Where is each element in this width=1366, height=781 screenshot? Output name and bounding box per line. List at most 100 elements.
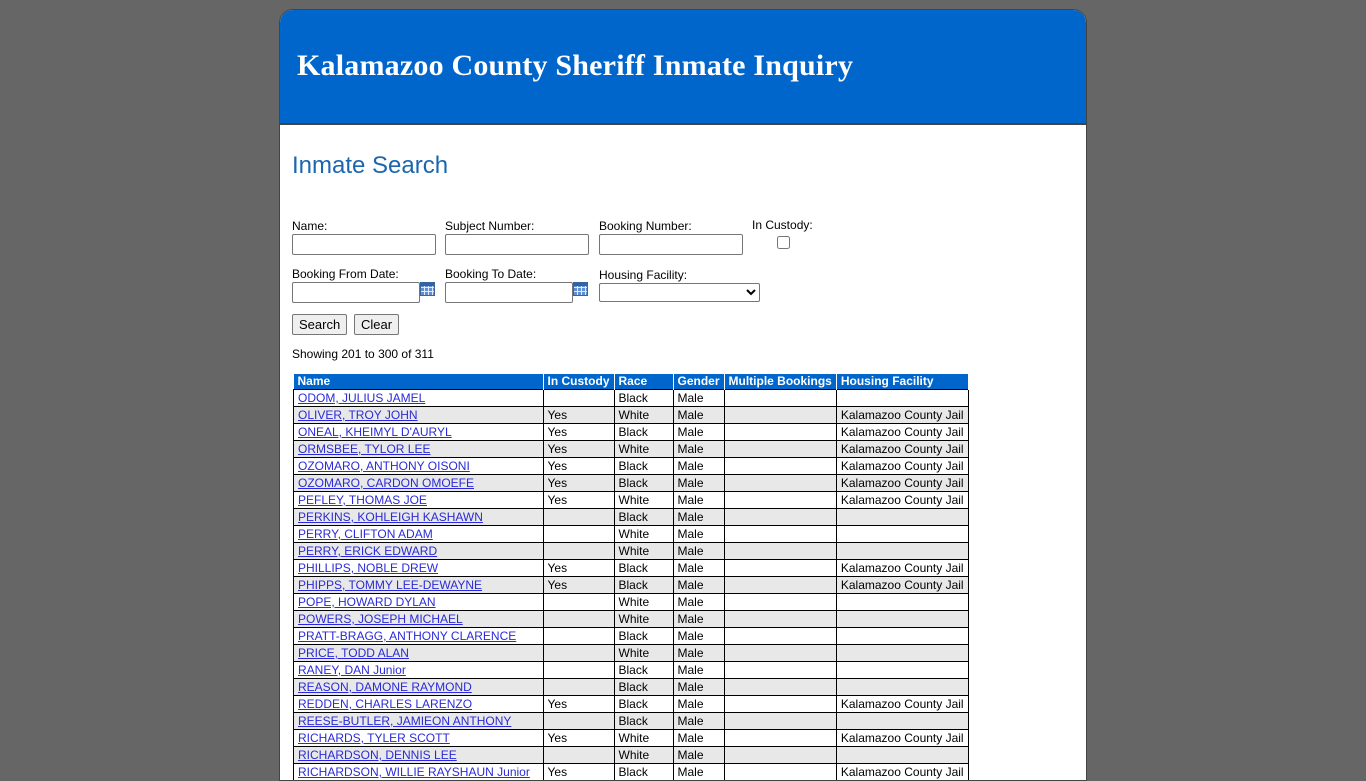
table-row: PHIPPS, TOMMY LEE-DEWAYNE Yes Black Male Kal… xyxy=(293,576,969,594)
in-custody-label: In Custody: xyxy=(752,218,813,232)
cell-gender: Male xyxy=(672,644,725,662)
cell-name: PEFLEY, THOMAS JOE xyxy=(293,491,544,509)
search-button[interactable]: Search xyxy=(292,314,348,335)
cell-housing-facility xyxy=(835,593,969,611)
cell-housing-facility: Kalamazoo County Jail xyxy=(835,559,969,577)
inmate-name-link[interactable]: PHIPPS, TOMMY LEE-DEWAYNE xyxy=(298,578,482,592)
inmate-name-link[interactable]: PERRY, CLIFTON ADAM xyxy=(298,527,433,541)
cell-name: PERKINS, KOHLEIGH KASHAWN xyxy=(293,508,544,526)
cell-race: Black xyxy=(613,474,674,492)
column-header-name[interactable]: Name xyxy=(293,374,544,390)
inmate-name-link[interactable]: REDDEN, CHARLES LARENZO xyxy=(298,697,472,711)
in-custody-checkbox[interactable] xyxy=(777,236,790,249)
inmate-name-link[interactable]: PRATT-BRAGG, ANTHONY CLARENCE xyxy=(298,629,516,643)
inmate-name-link[interactable]: ODOM, JULIUS JAMEL xyxy=(298,391,425,405)
results-table: Name In Custody Race Gender Multiple Boo… xyxy=(293,374,969,780)
column-header-gender[interactable]: Gender xyxy=(673,374,725,390)
inmate-name-link[interactable]: PHILLIPS, NOBLE DREW xyxy=(298,561,438,575)
cell-in-custody xyxy=(542,389,615,407)
cell-gender: Male xyxy=(672,542,725,560)
inmate-name-link[interactable]: PERRY, ERICK EDWARD xyxy=(298,544,437,558)
cell-housing-facility: Kalamazoo County Jail xyxy=(835,763,969,780)
inmate-name-link[interactable]: ORMSBEE, TYLOR LEE xyxy=(298,442,431,456)
table-row: PEFLEY, THOMAS JOE Yes White Male Kalamazoo … xyxy=(293,491,969,509)
inmate-name-link[interactable]: PERKINS, KOHLEIGH KASHAWN xyxy=(298,510,483,524)
cell-gender: Male xyxy=(672,610,725,628)
inmate-name-link[interactable]: RANEY, DAN Junior xyxy=(298,663,406,677)
cell-multiple-bookings xyxy=(723,610,837,628)
cell-gender: Male xyxy=(672,712,725,730)
cell-gender: Male xyxy=(672,661,725,679)
subject-number-input[interactable] xyxy=(445,234,589,255)
cell-gender: Male xyxy=(672,508,725,526)
inmate-name-link[interactable]: REASON, DAMONE RAYMOND xyxy=(298,680,472,694)
cell-multiple-bookings xyxy=(723,525,837,543)
search-title: Inmate Search xyxy=(292,152,449,179)
cell-name: ORMSBEE, TYLOR LEE xyxy=(293,440,544,458)
cell-multiple-bookings xyxy=(723,423,837,441)
booking-number-input[interactable] xyxy=(599,234,743,255)
housing-field-group: Housing Facility: xyxy=(599,268,760,302)
table-header-row: Name In Custody Race Gender Multiple Boo… xyxy=(293,374,969,390)
cell-race: White xyxy=(613,406,674,424)
booking-from-date-label: Booking From Date: xyxy=(292,267,399,281)
inmate-name-link[interactable]: RICHARDS, TYLER SCOTT xyxy=(298,731,450,745)
cell-in-custody: Yes xyxy=(542,474,615,492)
cell-race: White xyxy=(613,542,674,560)
column-header-race[interactable]: Race xyxy=(614,374,674,390)
inmate-name-link[interactable]: OLIVER, TROY JOHN xyxy=(298,408,418,422)
cell-in-custody: Yes xyxy=(542,406,615,424)
cell-in-custody xyxy=(542,525,615,543)
cell-race: Black xyxy=(613,576,674,594)
results-body: ODOM, JULIUS JAMEL Black Male OLIVER, TROY … xyxy=(293,389,969,780)
housing-facility-select[interactable] xyxy=(599,283,760,302)
cell-multiple-bookings xyxy=(723,763,837,780)
cell-housing-facility xyxy=(835,661,969,679)
inmate-name-link[interactable]: RICHARDSON, WILLIE RAYSHAUN Junior xyxy=(298,765,530,779)
column-header-multiple-bookings[interactable]: Multiple Bookings xyxy=(724,374,837,390)
cell-in-custody xyxy=(542,508,615,526)
cell-race: Black xyxy=(613,457,674,475)
inmate-name-link[interactable]: ONEAL, KHEIMYL D'AURYL xyxy=(298,425,452,439)
column-header-housing-facility[interactable]: Housing Facility xyxy=(836,374,969,390)
inmate-name-link[interactable]: RICHARDSON, DENNIS LEE xyxy=(298,748,457,762)
name-input[interactable] xyxy=(292,234,436,255)
cell-race: Black xyxy=(613,627,674,645)
cell-multiple-bookings xyxy=(723,712,837,730)
cell-multiple-bookings xyxy=(723,695,837,713)
cell-race: White xyxy=(613,610,674,628)
calendar-icon[interactable] xyxy=(573,282,588,296)
inmate-name-link[interactable]: PEFLEY, THOMAS JOE xyxy=(298,493,427,507)
cell-race: Black xyxy=(613,661,674,679)
inmate-name-link[interactable]: POWERS, JOSEPH MICHAEL xyxy=(298,612,463,626)
table-row: PRICE, TODD ALAN White Male xyxy=(293,644,969,662)
subject-field-group: Subject Number: xyxy=(445,219,589,255)
booking-from-date-input[interactable] xyxy=(292,282,420,303)
cell-race: White xyxy=(613,525,674,543)
cell-gender: Male xyxy=(672,491,725,509)
booking-to-date-input[interactable] xyxy=(445,282,573,303)
cell-housing-facility: Kalamazoo County Jail xyxy=(835,729,969,747)
booking-to-date-label: Booking To Date: xyxy=(445,267,537,281)
table-row: REESE-BUTLER, JAMIEON ANTHONY Black Male xyxy=(293,712,969,730)
cell-gender: Male xyxy=(672,678,725,696)
cell-in-custody xyxy=(542,661,615,679)
cell-race: White xyxy=(613,644,674,662)
inmate-name-link[interactable]: OZOMARO, ANTHONY OISONI xyxy=(298,459,470,473)
inmate-name-link[interactable]: POPE, HOWARD DYLAN xyxy=(298,595,436,609)
cell-gender: Male xyxy=(672,729,725,747)
calendar-icon[interactable] xyxy=(420,282,435,296)
clear-button[interactable]: Clear xyxy=(354,314,400,335)
inmate-name-link[interactable]: PRICE, TODD ALAN xyxy=(298,646,409,660)
subject-number-label: Subject Number: xyxy=(445,219,535,233)
cell-race: Black xyxy=(613,695,674,713)
inmate-name-link[interactable]: REESE-BUTLER, JAMIEON ANTHONY xyxy=(298,714,511,728)
table-row: PRATT-BRAGG, ANTHONY CLARENCE Black Male xyxy=(293,627,969,645)
cell-in-custody: Yes xyxy=(542,440,615,458)
cell-gender: Male xyxy=(672,457,725,475)
cell-gender: Male xyxy=(672,423,725,441)
cell-housing-facility: Kalamazoo County Jail xyxy=(835,491,969,509)
cell-in-custody: Yes xyxy=(542,729,615,747)
inmate-name-link[interactable]: OZOMARO, CARDON OMOEFE xyxy=(298,476,474,490)
column-header-in-custody[interactable]: In Custody xyxy=(543,374,615,390)
